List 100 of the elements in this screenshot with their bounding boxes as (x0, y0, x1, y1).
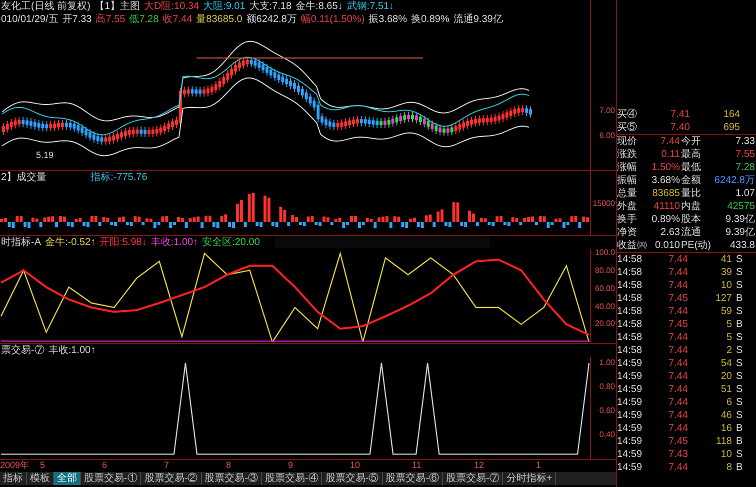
indicator-tab[interactable]: 股票交易-① (81, 472, 142, 485)
price-low-label: 5.19 (36, 150, 54, 160)
tick-time: 14:58 (617, 292, 644, 305)
quote-label: 最高 (681, 148, 702, 161)
chart-title-item: 大D阻:10.34 (144, 0, 200, 13)
chart-title-item: 大阻:9.01 (203, 0, 246, 13)
tick-time: 14:59 (617, 435, 644, 448)
axis-tick-label: 0.60 (599, 405, 616, 417)
quote-value: 7.55 (734, 148, 756, 161)
indicator-legend-item: 开阳:5.98↓ (100, 236, 147, 249)
date-axis-label: 7 (164, 460, 170, 472)
tick-time: 14:58 (617, 266, 644, 279)
tick-volume: 2 (725, 344, 733, 357)
panel-legend-item: 丰收:1.00↑ (48, 344, 96, 357)
indicator-tab[interactable]: 股票交易-⑤ (322, 472, 383, 485)
indicator-tab[interactable]: 指标 (0, 472, 27, 485)
indicator-value: 指标:-775.76 (90, 171, 148, 184)
tick-price: 7.44 (668, 266, 689, 279)
price-axis-label: 7.00 (599, 106, 616, 115)
quote-value: 1.50% (650, 161, 681, 174)
quote-value: 6242.8万 (714, 174, 756, 187)
tick-volume: 8 (725, 461, 733, 474)
tick-price: 7.44 (668, 409, 689, 422)
quote-value: 2.63 (660, 226, 681, 239)
indicator-tab[interactable]: 全部 (54, 472, 81, 485)
tick-price: 7.44 (668, 331, 689, 344)
tick-time: 14:58 (617, 279, 644, 292)
tick-volume: 127 (714, 292, 733, 305)
tick-time: 14:59 (617, 396, 644, 409)
axis-tick-label: 20.00 (594, 318, 616, 330)
date-axis-label: 5 (40, 460, 46, 472)
indicator-tab[interactable]: 股票交易-⑦ (443, 472, 504, 485)
quote-value: 9.39亿 (724, 226, 756, 239)
quote-label: 最低 (681, 161, 702, 174)
quote-value: 1.07 (734, 187, 756, 200)
tick-price: 7.43 (668, 448, 689, 461)
tick-volume: 5 (725, 318, 733, 331)
tick-side: S (735, 305, 744, 318)
date-axis-label: 9 (288, 460, 294, 472)
date-axis-label: 6 (102, 460, 108, 472)
order-volume: 164 (722, 108, 741, 121)
axis-tick-label: 0.40 (599, 429, 616, 441)
tick-side: S (735, 253, 744, 266)
tick-side: S (735, 409, 744, 422)
bar-info-item: 高7.55 (96, 13, 126, 26)
tick-price: 7.44 (668, 279, 689, 292)
indicator-legend-item: 时指标-A (1, 236, 41, 249)
price-axis-label: 6.00 (599, 131, 616, 140)
date-axis-label: 10 (350, 460, 362, 472)
quote-label: 涨跌 (617, 148, 638, 161)
bar-info-item: 收7.44 (162, 13, 192, 26)
axis-tick-label: 40.00 (594, 300, 616, 313)
indicator-tab[interactable]: 股票交易-② (141, 472, 202, 485)
chart-title-item: 大支:7.18 (249, 0, 292, 13)
indicator-tab[interactable]: 股票交易-④ (262, 472, 322, 485)
tick-time: 14:59 (617, 448, 644, 461)
panel-legend-item: 票交易-⑦ (1, 344, 44, 357)
tick-price: 7.44 (668, 422, 689, 435)
quote-value: 7.44 (660, 135, 681, 148)
tick-volume: 54 (720, 357, 733, 370)
tick-side: S (735, 344, 744, 357)
indicator-tab[interactable]: 分时指标+ (503, 472, 556, 485)
chart-title-item: 【1】主图 (94, 0, 140, 13)
tick-time: 14:58 (617, 331, 644, 344)
bar-info-item: 换0.89% (411, 13, 450, 26)
date-axis-label: 11 (412, 460, 422, 472)
quote-label: 净资 (617, 226, 638, 239)
indicator-tab[interactable]: 股票交易-③ (202, 472, 262, 485)
tick-side: S (735, 266, 744, 279)
bar-info-item: 开7.33 (62, 13, 92, 26)
bar-info-item: 010/01/29/五 (1, 13, 58, 26)
date-axis-label: 2009年 (0, 460, 30, 472)
axis-tick-label: 1.00 (599, 357, 616, 369)
tick-side: S (735, 370, 744, 383)
quote-value: 0.010 (654, 239, 681, 252)
bar-info-item: 量83685.0 (196, 13, 242, 26)
tick-time: 14:58 (617, 253, 644, 266)
volume-axis-label: 15000 (592, 198, 616, 208)
axis-tick-label: 60.00 (594, 282, 616, 295)
tick-time: 14:58 (617, 305, 644, 318)
tick-side: S (735, 383, 744, 396)
tick-side: S (735, 357, 744, 370)
quote-value: 83685 (651, 187, 681, 200)
chart-title-item: 武钢:7.51↓ (346, 0, 394, 13)
order-label: 买④ (617, 108, 638, 121)
indicator-tab[interactable]: 股票交易-⑥ (382, 472, 444, 485)
tick-price: 7.44 (668, 305, 689, 318)
tick-price: 7.44 (668, 461, 689, 474)
tick-time: 14:59 (617, 461, 644, 474)
tick-price: 7.44 (668, 370, 689, 383)
bar-info-item: 低7.28 (129, 13, 159, 26)
quote-label: 量比 (681, 187, 702, 200)
quote-value: 433.8 (728, 239, 756, 252)
tick-side: B (735, 461, 744, 474)
tick-time: 14:59 (617, 422, 644, 435)
bar-info-item: 流通9.39亿 (453, 13, 503, 26)
tick-volume: 118 (715, 435, 733, 448)
tick-time: 14:59 (617, 370, 644, 383)
tick-volume: 39 (720, 266, 733, 279)
tick-time: 14:58 (617, 344, 644, 357)
